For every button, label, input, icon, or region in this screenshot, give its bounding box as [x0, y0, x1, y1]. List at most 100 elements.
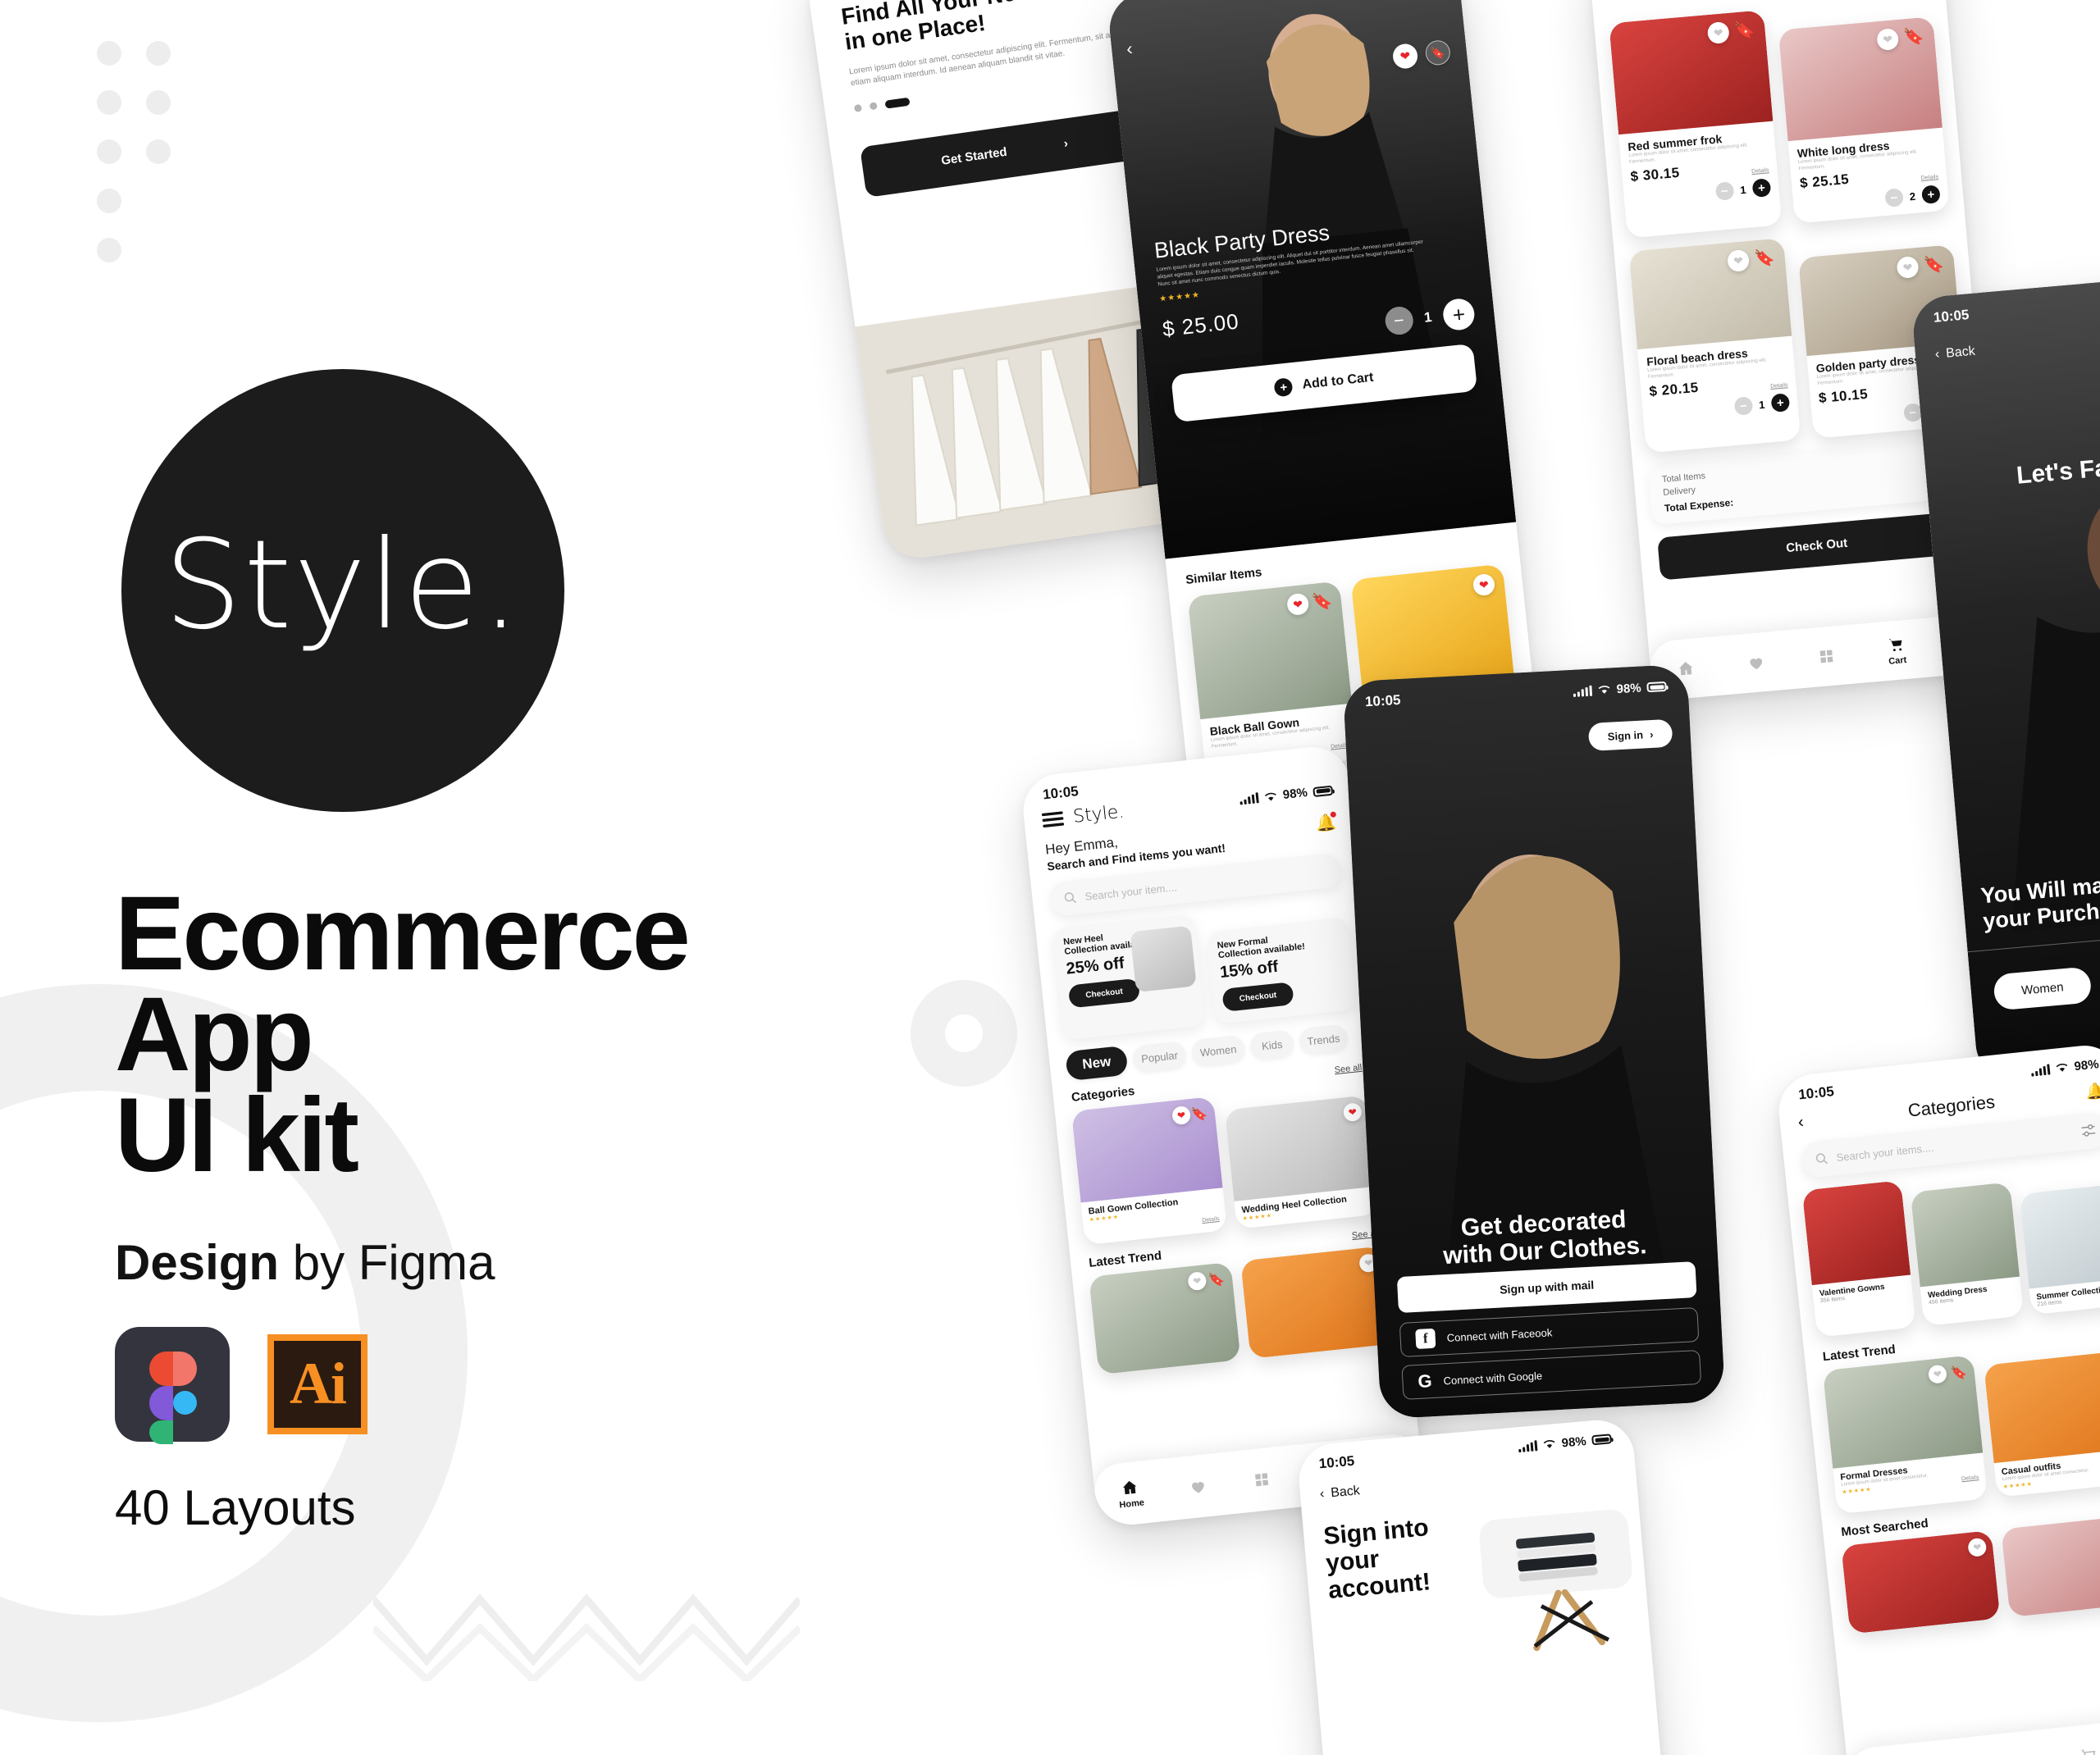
pager-dot-2[interactable]: [869, 102, 878, 111]
notification-bell-icon[interactable]: 🔔: [2084, 1081, 2100, 1102]
details-link[interactable]: Details: [1961, 1475, 1979, 1482]
quantity-minus-button[interactable]: −: [1714, 181, 1735, 201]
chip-kids[interactable]: Kids: [1249, 1029, 1295, 1060]
get-started-label: Get Started: [940, 144, 1008, 169]
notification-bell-icon[interactable]: 🔔: [1315, 811, 1337, 833]
bookmark-icon[interactable]: 🔖: [1754, 245, 1776, 270]
quantity-plus-button[interactable]: +: [1920, 185, 1941, 205]
chip-popular[interactable]: Popular: [1131, 1041, 1187, 1073]
back-chevron-icon: ‹: [1319, 1487, 1326, 1502]
credits-bold: Design: [115, 1234, 280, 1290]
bookmark-icon[interactable]: 🔖: [1903, 24, 1925, 48]
bookmark-icon[interactable]: 🔖: [1311, 589, 1333, 613]
promo-checkout-label: Checkout: [1239, 990, 1277, 1004]
details-link[interactable]: Details: [1920, 174, 1938, 181]
back-chevron-icon[interactable]: ‹: [1797, 1113, 1805, 1133]
quantity-plus-button[interactable]: +: [1751, 178, 1772, 198]
gender-back-label: Back: [1945, 344, 1976, 361]
battery-icon: [1646, 681, 1667, 693]
nav-item-favourites[interactable]: [1746, 653, 1766, 672]
cart-item-row[interactable]: ❤ 🔖 Red summer frok Lorem ipsum dolor si…: [1609, 10, 1783, 239]
bookmark-icon[interactable]: 🔖: [1949, 1361, 1970, 1385]
details-link[interactable]: Details: [1770, 382, 1788, 390]
signup-mail-label: Sign up with mail: [1499, 1278, 1595, 1297]
bookmark-icon[interactable]: 🔖: [1189, 1102, 1210, 1127]
nav-item-home[interactable]: Home: [1116, 1477, 1145, 1510]
quantity-value: 1: [1423, 308, 1433, 326]
signal-icon: [1573, 685, 1592, 697]
nav-item-cart[interactable]: Cart: [1887, 635, 1907, 666]
details-link[interactable]: Details: [1202, 1216, 1220, 1224]
category-tile-2[interactable]: Wedding Dress 456 items: [1910, 1182, 2024, 1327]
promo-card-2[interactable]: New Formal Collection available! 15% off…: [1205, 917, 1358, 1025]
promo-checkout-button[interactable]: Checkout: [1067, 978, 1141, 1009]
promo-card-1[interactable]: New Heel Collection available! 25% off C…: [1052, 914, 1206, 1041]
screen-signin[interactable]: 10:05 98% ‹ Back Sign into your account!: [1295, 1417, 1666, 1755]
screen-gender-select[interactable]: 10:05 ‹ Back Let's Fa You Will make your…: [1910, 270, 2100, 1083]
hamburger-menu-icon[interactable]: [1041, 810, 1065, 828]
quantity-value: 1: [1739, 183, 1747, 196]
bookmark-icon[interactable]: 🔖: [1923, 252, 1945, 276]
cart-item-price: $ 10.15: [1818, 385, 1869, 406]
nav-item-cart[interactable]: [2079, 1746, 2099, 1755]
category-card-2[interactable]: ❤ Wedding Heel Collection ★★★★★: [1224, 1095, 1380, 1229]
get-started-button[interactable]: Get Started ›: [860, 107, 1150, 198]
status-time: 10:05: [1042, 783, 1080, 803]
latest-card-2[interactable]: ❤ Casual outfits Lorem ipsum dolor sit a…: [1984, 1349, 2100, 1497]
sign-in-button[interactable]: Sign in ›: [1587, 718, 1673, 751]
quantity-value: 1: [1758, 398, 1766, 411]
grid-icon: [1819, 650, 1833, 663]
category-tile-3[interactable]: Summer Collection 216 items: [2019, 1183, 2100, 1315]
category-card-1[interactable]: ❤ 🔖 Ball Gown Collection ★★★★★ Details: [1071, 1096, 1228, 1246]
signal-icon: [1518, 1439, 1538, 1452]
category-tile-1[interactable]: Valentine Gowns 356 items: [1801, 1180, 1917, 1338]
wifi-icon: [2056, 1064, 2068, 1072]
most-searched-card-2[interactable]: ❤: [2001, 1512, 2100, 1617]
quantity-plus-button[interactable]: +: [1441, 297, 1477, 332]
status-battery-pct: 98%: [1616, 681, 1642, 696]
chip-women[interactable]: Women: [1190, 1034, 1246, 1067]
chip-trends[interactable]: Trends: [1298, 1023, 1349, 1055]
see-all-link[interactable]: See all: [1334, 1062, 1363, 1074]
similar-item-card-1[interactable]: ❤ 🔖 Black Ball Gown Lorem ipsum dolor si…: [1187, 581, 1358, 776]
quantity-minus-button[interactable]: −: [1733, 396, 1754, 416]
battery-icon: [1591, 1434, 1613, 1446]
details-link[interactable]: Details: [1751, 167, 1769, 175]
wifi-icon: [1598, 686, 1610, 694]
heart-icon: [1750, 658, 1763, 670]
brand-logo-circle: Style.: [121, 369, 564, 812]
status-time: 10:05: [1317, 1452, 1355, 1472]
filter-icon[interactable]: [2080, 1124, 2097, 1138]
categories-bottom-nav[interactable]: [1846, 1714, 2100, 1755]
latest-card-1[interactable]: ❤ 🔖 Formal Dresses Lorem ipsum dolor sit…: [1822, 1355, 1988, 1514]
screen-categories[interactable]: 10:05 98% ‹ Categories 🔔 Search your ite…: [1775, 1042, 2100, 1755]
nav-item-categories[interactable]: [1817, 646, 1837, 666]
latest-trend-card-1[interactable]: ❤ 🔖: [1089, 1261, 1241, 1375]
quantity-minus-button[interactable]: −: [1383, 305, 1414, 336]
promo-image: [1130, 925, 1197, 993]
latest-trend-card-2[interactable]: ❤: [1240, 1246, 1393, 1359]
credits-line: Design by Figma: [115, 1234, 705, 1291]
most-searched-card-1[interactable]: ❤: [1841, 1529, 2001, 1634]
bookmark-icon[interactable]: 🔖: [1733, 17, 1755, 42]
cart-item-row[interactable]: ❤ 🔖 White long dress Lorem ipsum dolor s…: [1778, 16, 1950, 224]
cart-item-row[interactable]: ❤ 🔖 Floral beach dress Lorem ipsum dolor…: [1628, 238, 1801, 454]
quantity-plus-button[interactable]: +: [1770, 393, 1791, 413]
favourite-icon[interactable]: ❤: [1391, 43, 1419, 71]
status-battery-pct: 98%: [1282, 785, 1308, 802]
checkout-button[interactable]: Check Out: [1657, 510, 1977, 581]
promo-checkout-label: Checkout: [1084, 987, 1124, 1000]
promo-checkout-button[interactable]: Checkout: [1221, 982, 1294, 1012]
quantity-minus-button[interactable]: −: [1883, 188, 1904, 208]
pager-dot-3-active[interactable]: [884, 97, 911, 109]
sign-in-label: Sign in: [1607, 728, 1644, 743]
bookmark-icon[interactable]: 🔖: [1207, 1268, 1227, 1292]
battery-icon: [1312, 785, 1334, 797]
pager-dot-1[interactable]: [853, 104, 863, 113]
nav-item-favourites[interactable]: [1188, 1476, 1208, 1496]
quantity-value: 2: [1909, 189, 1916, 203]
nav-item-categories[interactable]: [1252, 1470, 1271, 1489]
status-time: 10:05: [1797, 1083, 1835, 1103]
screen-signup[interactable]: 10:05 98% Sign in › Get decorated with O…: [1342, 663, 1726, 1420]
bookmark-icon[interactable]: 🔖: [1424, 39, 1452, 66]
